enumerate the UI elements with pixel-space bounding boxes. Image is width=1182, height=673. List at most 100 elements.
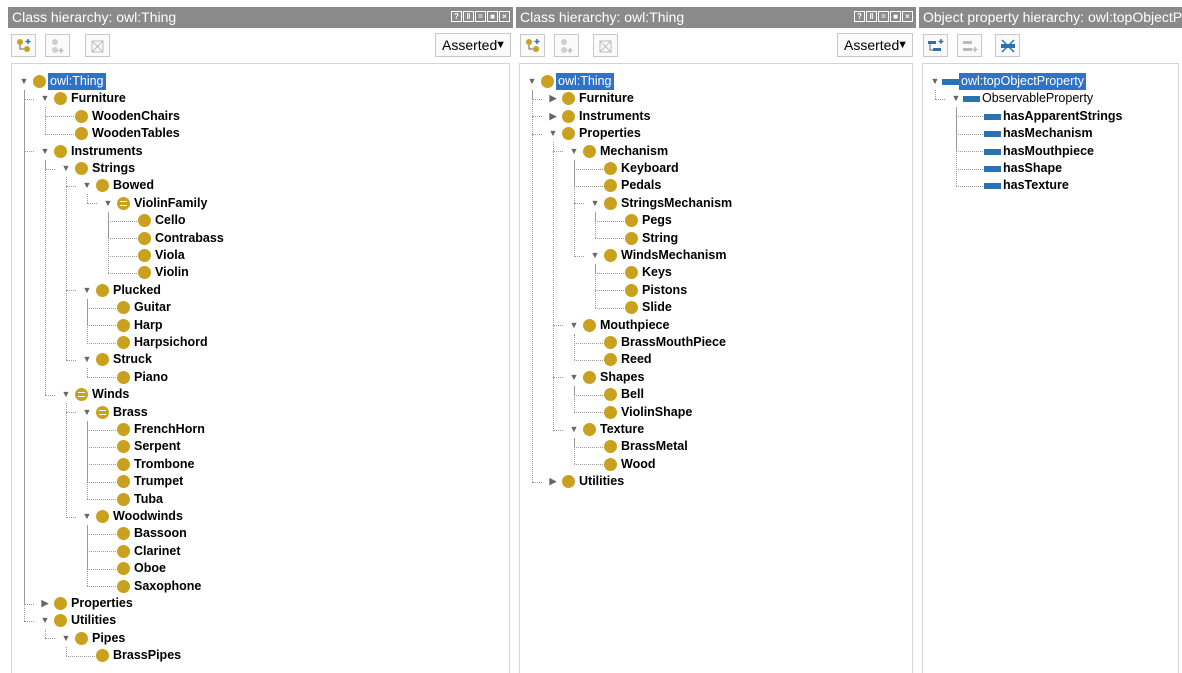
class-icon [96, 179, 109, 193]
expanded-triangle-icon[interactable]: ▼ [103, 194, 113, 212]
tree-connector [595, 220, 626, 222]
split-horizontal-icon[interactable]: = [878, 11, 889, 22]
add-subproperty-button[interactable] [923, 34, 948, 57]
panel-title: Class hierarchy: owl:Thing [520, 9, 685, 25]
tree-node-label: Piano [134, 369, 169, 384]
class-icon [54, 597, 67, 610]
expanded-triangle-icon[interactable]: ▼ [19, 73, 29, 90]
expanded-triangle-icon[interactable]: ▼ [40, 142, 50, 160]
tree-node-label: Guitar [134, 300, 171, 315]
class-icon [138, 266, 151, 280]
tree-node-label: Wood [621, 456, 656, 471]
class-icon [117, 562, 130, 576]
collapsed-triangle-icon[interactable]: ▶ [548, 473, 558, 491]
tree-connector [595, 290, 626, 292]
class-icon [96, 353, 109, 367]
help-icon[interactable]: ? [854, 11, 865, 22]
maximize-icon[interactable]: ■ [890, 11, 901, 22]
tree-connector [24, 151, 34, 153]
tree-connector [595, 211, 596, 239]
expanded-triangle-icon[interactable]: ▼ [548, 125, 558, 143]
collapsed-triangle-icon[interactable]: ▶ [40, 595, 50, 612]
expanded-triangle-icon[interactable]: ▼ [527, 73, 537, 90]
class-icon [54, 614, 67, 628]
tree-connector [108, 211, 109, 273]
hierarchy-mode-value: Asserted [844, 37, 900, 53]
tree-node-label: Strings [92, 161, 136, 175]
expanded-triangle-icon[interactable]: ▼ [82, 351, 92, 369]
tree-connector [595, 238, 626, 240]
split-vertical-icon[interactable]: ‖ [866, 11, 877, 22]
expanded-triangle-icon[interactable]: ▼ [590, 247, 600, 264]
tree-node-label: ViolinShape [621, 404, 693, 419]
collapsed-triangle-icon[interactable]: ▶ [548, 90, 558, 108]
expanded-triangle-icon[interactable]: ▼ [569, 421, 579, 438]
close-icon[interactable]: × [902, 11, 913, 22]
hierarchy-mode-select[interactable]: Asserted ▼ [435, 33, 511, 57]
tree-node-label: Clarinet [134, 543, 181, 558]
tree-connector [108, 238, 139, 240]
add-subclass-button[interactable] [520, 34, 545, 57]
tree-connector [108, 220, 139, 222]
tree-node-label: Struck [113, 352, 152, 367]
delete-class-button[interactable] [593, 34, 618, 57]
help-icon[interactable]: ? [451, 11, 462, 22]
hierarchy-mode-select[interactable]: Asserted ▼ [837, 33, 913, 57]
defined-class-icon [75, 388, 88, 402]
tree-connector [66, 185, 76, 187]
close-icon[interactable]: × [499, 11, 510, 22]
expanded-triangle-icon[interactable]: ▼ [61, 629, 71, 647]
tree-connector [87, 551, 118, 553]
class-icon [117, 457, 130, 471]
object-property-icon [942, 79, 959, 85]
tree-node-label: hasTexture [1003, 178, 1069, 193]
expanded-triangle-icon[interactable]: ▼ [82, 281, 92, 299]
tree-connector [574, 185, 605, 187]
class-icon [625, 231, 638, 245]
tree-node-label: Pegs [642, 213, 672, 228]
expanded-triangle-icon[interactable]: ▼ [82, 403, 92, 421]
expanded-triangle-icon[interactable]: ▼ [930, 73, 940, 90]
defined-class-icon [96, 405, 109, 419]
add-sibling-property-button[interactable] [957, 34, 982, 57]
window-controls: ? ‖ = ■ × [451, 11, 510, 24]
tree-connector [532, 133, 542, 135]
maximize-icon[interactable]: ■ [487, 11, 498, 22]
delete-property-button[interactable] [995, 34, 1020, 57]
add-sibling-class-button[interactable] [45, 34, 70, 57]
expanded-triangle-icon[interactable]: ▼ [569, 142, 579, 160]
tree-connector [574, 446, 605, 448]
tree-connector [87, 307, 118, 309]
expanded-triangle-icon[interactable]: ▼ [61, 386, 71, 404]
expanded-triangle-icon[interactable]: ▼ [61, 160, 71, 177]
class-icon [117, 318, 130, 332]
class-icon [625, 283, 638, 297]
tree-connector [87, 568, 118, 570]
tree-connector [87, 298, 88, 343]
collapsed-triangle-icon[interactable]: ▶ [548, 107, 558, 125]
expanded-triangle-icon[interactable]: ▼ [40, 612, 50, 630]
class-icon [562, 475, 575, 489]
tree-node-label: hasMouthpiece [1003, 143, 1094, 158]
tree-node-label: Serpent [134, 439, 181, 454]
split-horizontal-icon[interactable]: = [475, 11, 486, 22]
tree-node-label: Reed [621, 352, 652, 367]
tree-connector [66, 290, 76, 292]
tree-connector [87, 325, 118, 327]
tree-node-label: Furniture [71, 91, 126, 106]
expanded-triangle-icon[interactable]: ▼ [40, 90, 50, 108]
delete-class-button[interactable] [85, 34, 110, 57]
expanded-triangle-icon[interactable]: ▼ [590, 194, 600, 212]
tree-connector [595, 264, 596, 308]
class-icon [117, 579, 130, 593]
add-subclass-button[interactable] [11, 34, 36, 57]
expanded-triangle-icon[interactable]: ▼ [951, 90, 961, 108]
split-vertical-icon[interactable]: ‖ [463, 11, 474, 22]
expanded-triangle-icon[interactable]: ▼ [569, 368, 579, 386]
class-icon [75, 162, 88, 175]
expanded-triangle-icon[interactable]: ▼ [82, 508, 92, 525]
expanded-triangle-icon[interactable]: ▼ [569, 316, 579, 334]
delete-class-icon [91, 40, 104, 53]
add-sibling-class-button[interactable] [554, 34, 579, 57]
expanded-triangle-icon[interactable]: ▼ [82, 177, 92, 195]
